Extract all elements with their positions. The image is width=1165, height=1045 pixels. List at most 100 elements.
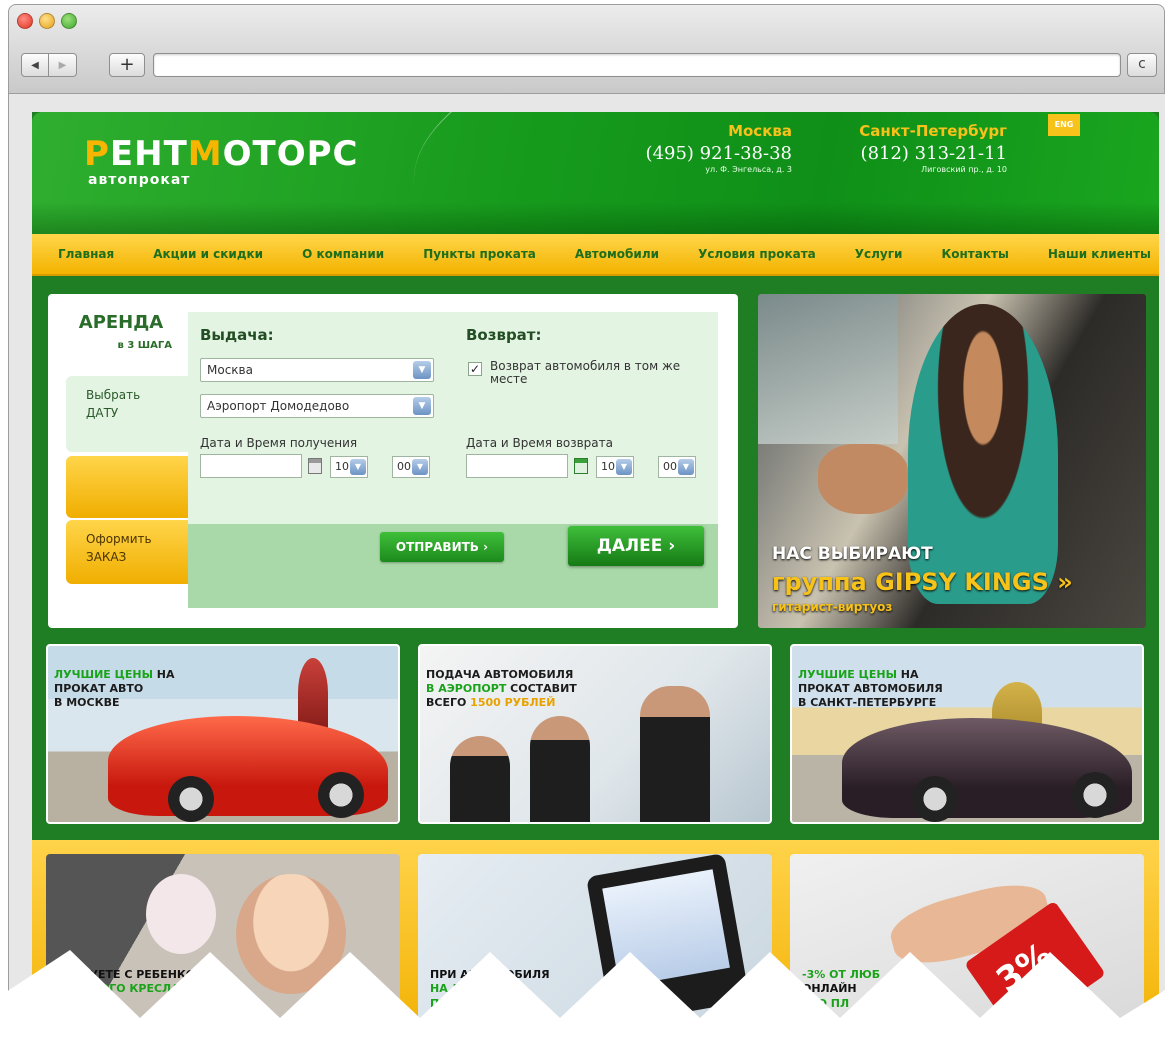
- main-menu: Главная Акции и скидки О компании Пункты…: [32, 234, 1159, 276]
- forward-button[interactable]: ▶: [49, 53, 77, 77]
- banner-line: ПРОКАТ АВТО: [54, 681, 144, 695]
- banner-line: НА: [152, 668, 175, 681]
- chevron-down-icon: ▼: [616, 459, 632, 475]
- thumbs-up-photo: [818, 444, 908, 514]
- kremlin-tower-photo: [298, 658, 328, 728]
- calendar-icon[interactable]: [308, 458, 322, 474]
- minimize-window-icon[interactable]: [39, 13, 55, 29]
- banner-line: В МОСКВЕ: [54, 695, 120, 709]
- banner-text: ЛУЧШИЕ ЦЕНЫ НА ПРОКАТ АВТОМОБИЛЯ В САНКТ…: [798, 668, 943, 709]
- pickup-datetime-label: Дата и Время получения: [200, 436, 358, 450]
- chevron-down-icon: ▼: [413, 397, 431, 415]
- zoom-window-icon[interactable]: [61, 13, 77, 29]
- banner-line: СОСТАВИТ: [506, 681, 577, 695]
- return-minute-value: 00: [663, 460, 677, 473]
- car-wheel-photo: [912, 776, 958, 822]
- close-window-icon[interactable]: [17, 13, 33, 29]
- reload-button[interactable]: c: [1127, 53, 1157, 77]
- car-wheel-photo: [1072, 772, 1118, 818]
- window-controls: [17, 13, 77, 29]
- banner-moscow-prices[interactable]: ЛУЧШИЕ ЦЕНЫ НА ПРОКАТ АВТО В МОСКВЕ: [46, 644, 400, 824]
- banner-highlight: ЛУЧШИЕ ЦЕНЫ: [54, 668, 153, 681]
- banner-line: НА: [896, 668, 919, 681]
- banner-highlight: В АЭРОПОРТ: [426, 681, 507, 695]
- chevron-down-icon: ▼: [413, 361, 431, 379]
- promo-banner[interactable]: НАС ВЫБИРАЮТ группа GIPSY KINGS » гитари…: [758, 294, 1146, 628]
- person-photo: [530, 716, 590, 822]
- pickup-hour-value: 10: [335, 460, 349, 473]
- pickup-location-select[interactable]: Аэропорт Домодедово ▼: [200, 394, 434, 418]
- banner-line: ВСЕГО: [426, 695, 471, 709]
- pickup-minute-value: 00: [397, 460, 411, 473]
- website: РЕНТМОТОРС автопрокат Москва (495) 921-3…: [32, 112, 1159, 1045]
- menu-item-discounts[interactable]: Акции и скидки: [153, 247, 263, 261]
- menu-item-clients[interactable]: Наши клиенты: [1048, 247, 1151, 261]
- return-minute-select[interactable]: 00 ▼: [658, 456, 696, 478]
- return-date-input[interactable]: [466, 454, 568, 478]
- same-place-label: Возврат автомобиля в том же месте: [490, 359, 681, 387]
- promo-headline: группа GIPSY KINGS »: [772, 568, 1073, 596]
- banner-highlight: 1500 РУБЛЕЙ: [470, 695, 556, 709]
- car-window-photo: [758, 294, 898, 444]
- office-spb: Санкт-Петербург (812) 313-21-11 Лиговски…: [842, 122, 1007, 174]
- step-checkout[interactable]: Оформить ЗАКАЗ: [66, 520, 188, 584]
- promo-caption: НАС ВЫБИРАЮТ: [772, 544, 933, 564]
- booking-subtitle: в 3 ШАГА: [117, 340, 172, 351]
- office-city: Санкт-Петербург: [859, 122, 1007, 140]
- address-bar[interactable]: [153, 53, 1121, 77]
- site-header: РЕНТМОТОРС автопрокат Москва (495) 921-3…: [32, 112, 1159, 234]
- menu-item-cars[interactable]: Автомобили: [575, 247, 659, 261]
- office-phone: (812) 313-21-11: [860, 143, 1007, 164]
- promo-subcaption: гитарист-виртуоз: [772, 600, 893, 614]
- return-heading: Возврат:: [466, 326, 542, 344]
- back-button[interactable]: ◀: [21, 53, 49, 77]
- browser-window-chrome: ◀ ▶ + c: [8, 4, 1165, 94]
- logo-letter-r: Р: [84, 134, 110, 174]
- new-tab-button[interactable]: +: [109, 53, 145, 77]
- calendar-icon[interactable]: [574, 458, 588, 474]
- booking-widget: АРЕНДА в 3 ШАГА Выбрать ДАТУ Оформить ЗА…: [48, 294, 738, 628]
- step-choose-date[interactable]: Выбрать ДАТУ: [66, 376, 188, 452]
- office-phone: (495) 921-38-38: [645, 143, 792, 164]
- return-datetime-label: Дата и Время возврата: [466, 436, 613, 450]
- pickup-minute-select[interactable]: 00 ▼: [392, 456, 430, 478]
- person-photo: [450, 736, 510, 822]
- menu-item-contacts[interactable]: Контакты: [941, 247, 1008, 261]
- logo-letter-m: М: [187, 134, 223, 174]
- chevron-down-icon: ▼: [350, 459, 366, 475]
- language-switch[interactable]: ENG: [1048, 114, 1080, 136]
- history-buttons: ◀ ▶: [21, 53, 77, 77]
- logo-text-2: ОТОРС: [222, 134, 359, 174]
- pickup-hour-select[interactable]: 10 ▼: [330, 456, 368, 478]
- person-photo: [640, 686, 710, 822]
- banner-highlight: ЛУЧШИЕ ЦЕНЫ: [798, 668, 897, 681]
- pickup-city-select[interactable]: Москва ▼: [200, 358, 434, 382]
- menu-item-services[interactable]: Услуги: [855, 247, 903, 261]
- chevron-down-icon: ▼: [412, 459, 428, 475]
- banner-spb-prices[interactable]: ЛУЧШИЕ ЦЕНЫ НА ПРОКАТ АВТОМОБИЛЯ В САНКТ…: [790, 644, 1144, 824]
- banner-line: ПОДАЧА АВТОМОБИЛЯ: [426, 668, 574, 681]
- banner-line: В САНКТ-ПЕТЕРБУРГЕ: [798, 695, 937, 709]
- booking-title: АРЕНДА: [78, 312, 164, 333]
- banner-airport-delivery[interactable]: ПОДАЧА АВТОМОБИЛЯ В АЭРОПОРТ СОСТАВИТ ВС…: [418, 644, 772, 824]
- pickup-heading: Выдача:: [200, 326, 274, 344]
- site-logo[interactable]: РЕНТМОТОРС: [84, 134, 359, 174]
- banner-text: ПОДАЧА АВТОМОБИЛЯ В АЭРОПОРТ СОСТАВИТ ВС…: [426, 668, 577, 709]
- menu-item-home[interactable]: Главная: [58, 247, 114, 261]
- car-wheel-photo: [168, 776, 214, 822]
- send-button[interactable]: ОТПРАВИТЬ ›: [380, 532, 504, 562]
- return-hour-value: 10: [601, 460, 615, 473]
- logo-text-1: ЕНТ: [109, 134, 188, 174]
- office-city: Москва: [728, 122, 792, 140]
- next-button[interactable]: ДАЛЕЕ ›: [568, 526, 704, 566]
- menu-item-locations[interactable]: Пункты проката: [423, 247, 536, 261]
- same-place-checkbox[interactable]: ✓: [468, 362, 482, 376]
- menu-item-about[interactable]: О компании: [302, 247, 384, 261]
- banner-line: ПРОКАТ АВТОМОБИЛЯ: [798, 681, 943, 695]
- return-hour-select[interactable]: 10 ▼: [596, 456, 634, 478]
- menu-item-terms[interactable]: Условия проката: [698, 247, 816, 261]
- step-2[interactable]: [66, 456, 188, 518]
- office-moscow: Москва (495) 921-38-38 ул. Ф. Энгельса, …: [632, 122, 792, 174]
- car-wheel-photo: [318, 772, 364, 818]
- pickup-date-input[interactable]: [200, 454, 302, 478]
